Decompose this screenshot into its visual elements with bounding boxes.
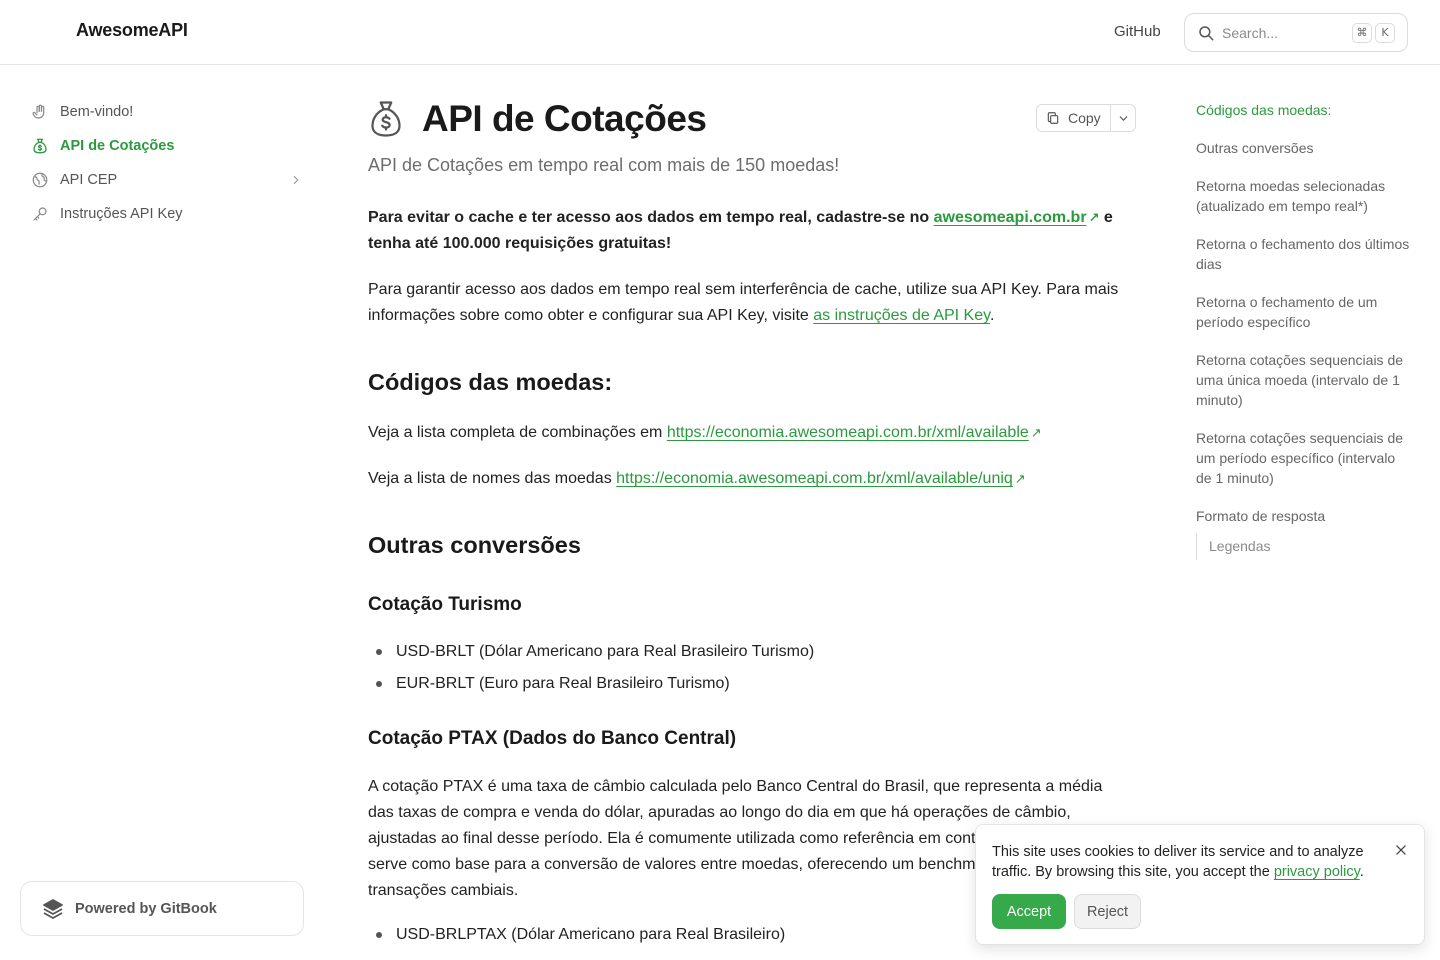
privacy-policy-link[interactable]: privacy policy — [1274, 864, 1360, 880]
list-item: USD-BRLPTAX (Dólar Americano para Real B… — [376, 926, 785, 944]
powered-by-gitbook[interactable]: Powered by GitBook — [20, 881, 304, 936]
cookie-message: This site uses cookies to deliver its se… — [992, 842, 1392, 882]
toc-item-sequenciais-moeda[interactable]: Retorna cotações sequenciais de uma únic… — [1196, 350, 1411, 410]
sidebar-item-api-cotacoes[interactable]: API de Cotações — [30, 134, 305, 158]
sidebar-item-instrucoes-api-key[interactable]: Instruções API Key — [30, 202, 305, 226]
apikey-end: . — [989, 307, 995, 324]
available-link[interactable]: https://economia.awesomeapi.com.br/xml/a… — [667, 424, 1029, 441]
lista-nomes-text: Veja a lista de nomes das moedas — [368, 470, 617, 487]
intro-paragraph: Para evitar o cache e ter acesso aos dad… — [368, 205, 1138, 257]
toc-item-formato-resposta[interactable]: Formato de resposta — [1196, 506, 1411, 526]
external-link-icon: ↗ — [1030, 425, 1042, 440]
lista-nomes-paragraph: Veja a lista de nomes das moedas https:/… — [368, 466, 1138, 492]
heading-outras-conversoes: Outras conversões — [368, 532, 581, 558]
money-bag-icon — [30, 136, 50, 156]
page-subtitle: API de Cotações em tempo real com mais d… — [368, 155, 840, 175]
sidebar-item-api-cep[interactable]: API CEP — [30, 168, 305, 192]
heading-cotacao-turismo: Cotação Turismo — [368, 594, 522, 615]
copy-icon — [1047, 112, 1059, 124]
lista-completa-text: Veja a lista completa de combinações em — [368, 424, 667, 441]
toc-item-fechamento-dias[interactable]: Retorna o fechamento dos últimos dias — [1196, 234, 1411, 274]
chevron-right-icon[interactable] — [289, 173, 303, 187]
awesomeapi-link[interactable]: awesomeapi.com.br — [934, 209, 1087, 226]
available-uniq-link[interactable]: https://economia.awesomeapi.com.br/xml/a… — [616, 470, 1013, 487]
chevron-down-icon — [1119, 115, 1127, 121]
kbd-cmd: ⌘ — [1352, 23, 1372, 43]
list-item: USD-BRLT (Dólar Americano para Real Bras… — [376, 643, 814, 661]
sidebar-item-bem-vindo[interactable]: Bem-vindo! — [30, 100, 305, 124]
search-icon — [1199, 26, 1214, 41]
page-title-row: API de Cotações — [368, 98, 707, 140]
intro-bold-text: Para evitar o cache e ter acesso aos dad… — [368, 209, 934, 226]
heading-codigos-moedas: Códigos das moedas: — [368, 369, 613, 395]
accept-cookies-button[interactable]: Accept — [992, 894, 1066, 929]
search-input[interactable]: Search... ⌘ K — [1184, 13, 1408, 52]
brand-logo[interactable]: AwesomeAPI — [76, 20, 188, 41]
toc-item-codigos[interactable]: Códigos das moedas: — [1196, 100, 1411, 120]
copy-label: Copy — [1068, 110, 1101, 126]
key-icon — [30, 204, 50, 224]
wave-hand-icon — [30, 102, 50, 122]
list-item: EUR-BRLT (Euro para Real Brasileiro Turi… — [376, 675, 730, 693]
toc-item-sequenciais-periodo[interactable]: Retorna cotações sequenciais de um perío… — [1196, 428, 1411, 488]
sidebar-item-label: Bem-vindo! — [60, 104, 134, 120]
copy-dropdown-button[interactable] — [1111, 105, 1135, 131]
copy-button[interactable]: Copy — [1037, 105, 1111, 131]
toc-item-fechamento-periodo[interactable]: Retorna o fechamento de um período espec… — [1196, 292, 1411, 332]
heading-cotacao-ptax: Cotação PTAX (Dados do Banco Central) — [368, 728, 737, 749]
search-placeholder: Search... — [1222, 25, 1279, 41]
cookie-banner: This site uses cookies to deliver its se… — [975, 824, 1425, 945]
toc-item-moedas-selecionadas[interactable]: Retorna moedas selecionadas (atualizado … — [1196, 176, 1411, 216]
powered-by-label: Powered by GitBook — [75, 900, 217, 917]
sidebar-item-label: API de Cotações — [60, 138, 175, 154]
copy-page-button-group: Copy — [1036, 104, 1136, 132]
money-bag-icon — [371, 101, 401, 137]
cookie-end: . — [1359, 864, 1364, 880]
globe-icon — [30, 170, 50, 190]
close-icon[interactable] — [1394, 843, 1408, 857]
gitbook-logo-icon — [43, 898, 63, 919]
lista-completa-paragraph: Veja a lista completa de combinações em … — [368, 420, 1138, 446]
sidebar-item-label: API CEP — [60, 172, 118, 188]
apikey-text: Para garantir acesso aos dados em tempo … — [368, 281, 1119, 324]
sidebar-item-label: Instruções API Key — [60, 206, 183, 222]
apikey-paragraph: Para garantir acesso aos dados em tempo … — [368, 277, 1138, 329]
reject-cookies-button[interactable]: Reject — [1074, 894, 1141, 929]
top-header: AwesomeAPI GitHub Search... ⌘ K — [0, 0, 1440, 65]
apikey-instructions-link[interactable]: as instruções de API Key — [813, 307, 990, 324]
kbd-k: K — [1375, 23, 1395, 43]
page-title: API de Cotações — [422, 98, 707, 139]
toc-subitem-legendas[interactable]: Legendas — [1196, 533, 1271, 560]
toc-item-outras[interactable]: Outras conversões — [1196, 138, 1411, 158]
external-link-icon: ↗ — [1088, 210, 1100, 225]
github-link[interactable]: GitHub — [1114, 23, 1161, 40]
external-link-icon: ↗ — [1014, 471, 1026, 486]
